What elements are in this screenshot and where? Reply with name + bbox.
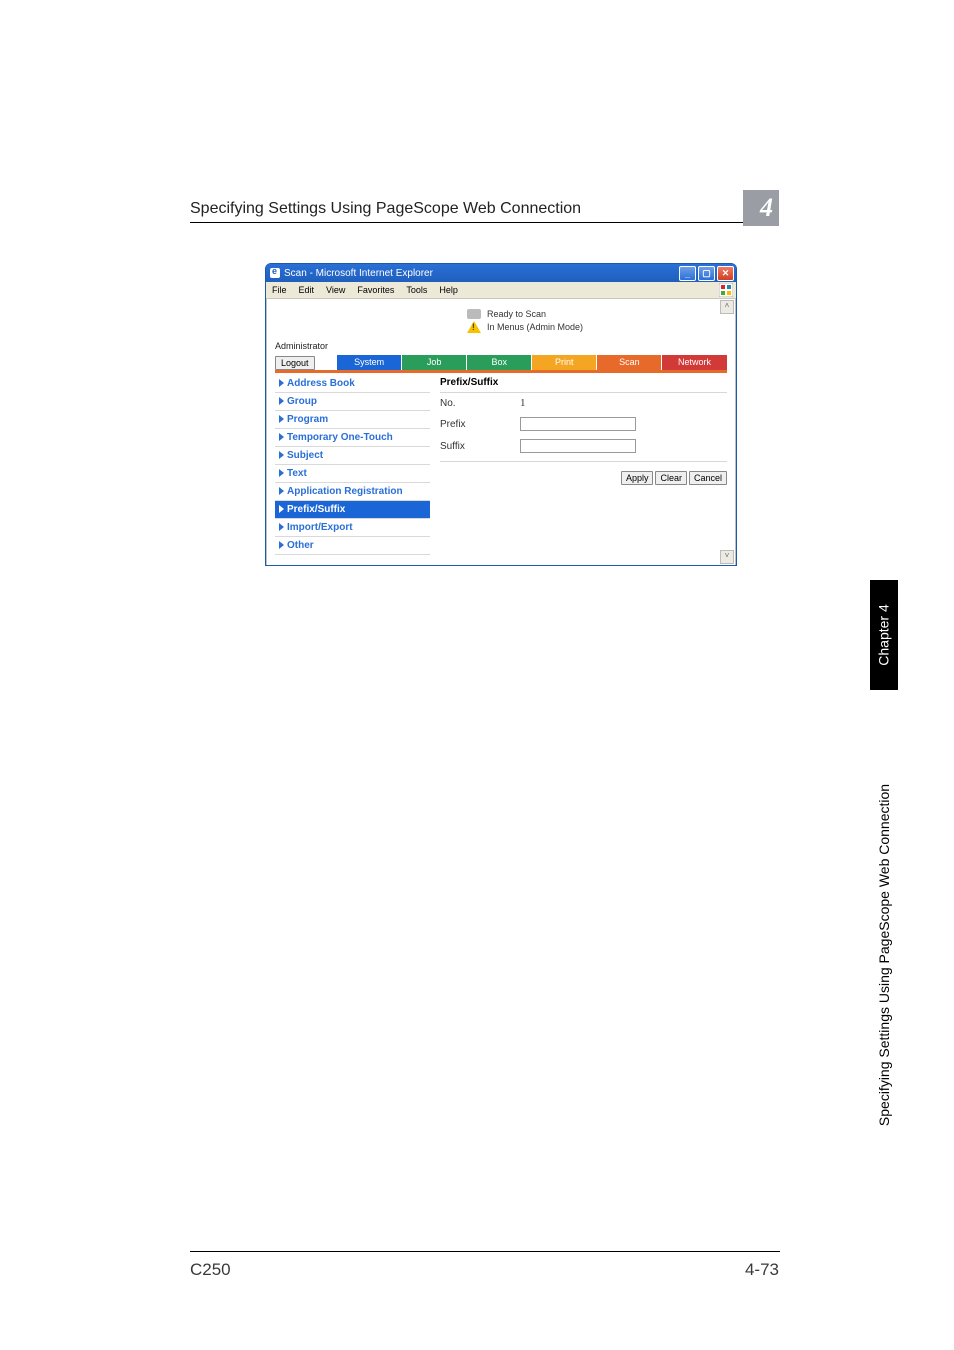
chapter-tab-black-label: Chapter 4	[876, 604, 892, 665]
main-panel: Prefix/Suffix No. 1 Prefix Suffix Apply …	[440, 375, 727, 555]
logout-button[interactable]: Logout	[275, 356, 315, 370]
active-tab-underline	[275, 370, 727, 373]
sidebar-item-address-book[interactable]: Address Book	[275, 375, 430, 393]
ie-throbber-icon	[719, 283, 733, 297]
tab-job[interactable]: Job	[402, 355, 467, 370]
form-row-suffix: Suffix	[440, 435, 727, 457]
chapter-tab-text: Specifying Settings Using PageScope Web …	[872, 700, 896, 1210]
chapter-tab-black: Chapter 4	[870, 580, 898, 690]
page-section-title: Specifying Settings Using PageScope Web …	[190, 200, 581, 218]
sidebar-item-program[interactable]: Program	[275, 411, 430, 429]
sidebar-item-prefix-suffix[interactable]: Prefix/Suffix	[275, 501, 430, 519]
triangle-icon	[279, 469, 284, 477]
chapter-square: 4	[743, 190, 779, 226]
tab-network[interactable]: Network	[662, 355, 727, 370]
window-content: ˄ ˅ Ready to Scan In Menus (Admin Mode) …	[266, 299, 736, 565]
form-row-prefix: Prefix	[440, 413, 727, 435]
tab-system[interactable]: System	[337, 355, 402, 370]
menu-bar: File Edit View Favorites Tools Help	[266, 282, 736, 299]
no-label: No.	[440, 398, 520, 409]
ie-icon	[270, 268, 280, 278]
apply-button[interactable]: Apply	[621, 471, 654, 485]
sidebar-item-label: Import/Export	[287, 522, 353, 533]
chapter-number: 4	[760, 193, 773, 223]
prefix-label: Prefix	[440, 419, 520, 430]
suffix-input[interactable]	[520, 439, 636, 453]
sidebar-item-label: Text	[287, 468, 307, 479]
sidebar-item-label: Subject	[287, 450, 323, 461]
maximize-button[interactable]: ▢	[698, 266, 715, 281]
button-row: Apply Clear Cancel	[440, 466, 727, 485]
footer-left: C250	[190, 1260, 231, 1280]
tab-box[interactable]: Box	[467, 355, 532, 370]
window-controls: _ ▢ ✕	[679, 266, 734, 281]
prefix-input[interactable]	[520, 417, 636, 431]
footer-rule	[190, 1251, 780, 1252]
sidebar-item-label: Temporary One-Touch	[287, 432, 393, 443]
sidebar-item-label: Program	[287, 414, 328, 425]
sidebar-item-label: Prefix/Suffix	[287, 504, 345, 515]
form-row-no: No. 1	[440, 393, 727, 413]
menu-edit[interactable]: Edit	[299, 285, 315, 295]
sidebar-item-subject[interactable]: Subject	[275, 447, 430, 465]
administrator-label: Administrator	[275, 341, 735, 351]
menu-tools[interactable]: Tools	[406, 285, 427, 295]
sidebar-item-label: Address Book	[287, 378, 355, 389]
window-title: Scan - Microsoft Internet Explorer	[284, 268, 732, 279]
sidebar-item-label: Other	[287, 540, 314, 551]
no-value: 1	[520, 397, 526, 409]
body-columns: Address Book Group Program Temporary One…	[275, 375, 727, 555]
status-line-1: Ready to Scan	[267, 303, 735, 319]
status-line-2: In Menus (Admin Mode)	[267, 319, 735, 341]
chapter-tab-text-label: Specifying Settings Using PageScope Web …	[876, 784, 892, 1126]
form-divider	[440, 461, 727, 462]
tabs-row: Logout System Job Box Print Scan Network	[275, 355, 727, 370]
minimize-button[interactable]: _	[679, 266, 696, 281]
sidebar-item-group[interactable]: Group	[275, 393, 430, 411]
warning-icon	[467, 321, 481, 333]
triangle-icon	[279, 487, 284, 495]
triangle-icon	[279, 541, 284, 549]
triangle-icon	[279, 415, 284, 423]
scroll-up-button[interactable]: ˄	[720, 300, 734, 314]
clear-button[interactable]: Clear	[655, 471, 687, 485]
sidebar: Address Book Group Program Temporary One…	[275, 375, 430, 555]
status-admin-mode-text: In Menus (Admin Mode)	[487, 322, 583, 332]
browser-window: Scan - Microsoft Internet Explorer _ ▢ ✕…	[265, 263, 737, 566]
window-title-bar: Scan - Microsoft Internet Explorer _ ▢ ✕	[266, 264, 736, 282]
tab-scan[interactable]: Scan	[597, 355, 662, 370]
sidebar-item-text[interactable]: Text	[275, 465, 430, 483]
triangle-icon	[279, 379, 284, 387]
menu-favorites[interactable]: Favorites	[357, 285, 394, 295]
menu-help[interactable]: Help	[439, 285, 458, 295]
sidebar-item-temporary-one-touch[interactable]: Temporary One-Touch	[275, 429, 430, 447]
triangle-icon	[279, 433, 284, 441]
sidebar-item-other[interactable]: Other	[275, 537, 430, 555]
suffix-label: Suffix	[440, 441, 520, 452]
triangle-icon	[279, 505, 284, 513]
triangle-icon	[279, 523, 284, 531]
sidebar-item-import-export[interactable]: Import/Export	[275, 519, 430, 537]
header-rule	[190, 222, 770, 223]
close-button[interactable]: ✕	[717, 266, 734, 281]
printer-icon	[467, 309, 481, 319]
scroll-down-button[interactable]: ˅	[720, 550, 734, 564]
status-ready-text: Ready to Scan	[487, 309, 546, 319]
triangle-icon	[279, 451, 284, 459]
main-heading: Prefix/Suffix	[440, 375, 727, 393]
sidebar-item-label: Group	[287, 396, 317, 407]
footer-right: 4-73	[745, 1260, 779, 1280]
triangle-icon	[279, 397, 284, 405]
cancel-button[interactable]: Cancel	[689, 471, 727, 485]
tab-print[interactable]: Print	[532, 355, 597, 370]
menu-view[interactable]: View	[326, 285, 345, 295]
menu-file[interactable]: File	[272, 285, 287, 295]
sidebar-item-label: Application Registration	[287, 486, 403, 497]
sidebar-item-application-registration[interactable]: Application Registration	[275, 483, 430, 501]
